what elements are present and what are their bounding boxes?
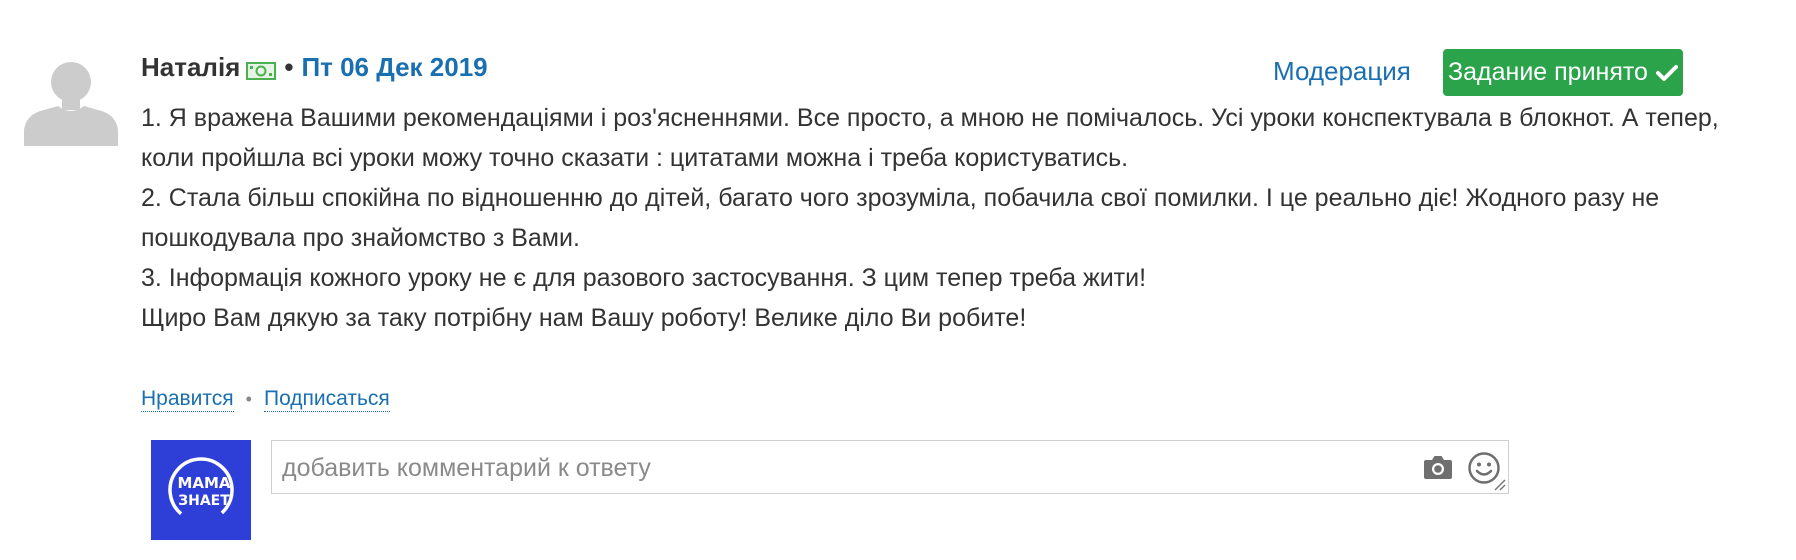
checkmark-icon — [1655, 64, 1678, 81]
actions-separator: • — [245, 389, 252, 409]
brand-logo[interactable]: МАМА ЗНАЕТ — [151, 440, 251, 540]
like-link[interactable]: Нравится — [141, 387, 234, 412]
user-avatar[interactable] — [24, 52, 118, 146]
post-header: Наталія • Пт 06 Дек 2019 — [141, 50, 488, 84]
post-date-link[interactable]: Пт 06 Дек 2019 — [301, 52, 487, 83]
post-paragraph-4: Щиро Вам дякую за таку потрібну нам Вашу… — [141, 304, 1027, 332]
default-user-avatar-icon — [24, 62, 118, 146]
post-paragraph-2: 2. Стала більш спокійна по відношенню до… — [141, 184, 1660, 252]
comment-box — [271, 440, 1509, 495]
post-paragraph-1: 1. Я вражена Вашими рекомендаціями і роз… — [141, 104, 1719, 172]
task-accepted-label: Задание принято — [1448, 58, 1648, 86]
money-bill-icon — [246, 57, 277, 80]
brand-logo-line1: МАМА — [177, 474, 230, 492]
post-actions: Нравится • Подписаться — [141, 387, 390, 412]
camera-icon[interactable] — [1422, 453, 1454, 481]
header-separator: • — [284, 51, 294, 82]
moderation-link[interactable]: Модерация — [1273, 56, 1411, 87]
comment-input[interactable] — [280, 441, 1414, 495]
resize-handle-icon[interactable] — [1492, 477, 1506, 491]
task-accepted-button[interactable]: Задание принято — [1443, 49, 1683, 96]
post-body: 1. Я вражена Вашими рекомендаціями і роз… — [141, 98, 1721, 338]
post-paragraph-3: 3. Інформація кожного уроку не є для раз… — [141, 264, 1147, 292]
brand-logo-line2: ЗНАЕТ — [178, 493, 230, 509]
subscribe-link[interactable]: Подписаться — [263, 387, 390, 412]
author-name[interactable]: Наталія — [141, 52, 240, 83]
